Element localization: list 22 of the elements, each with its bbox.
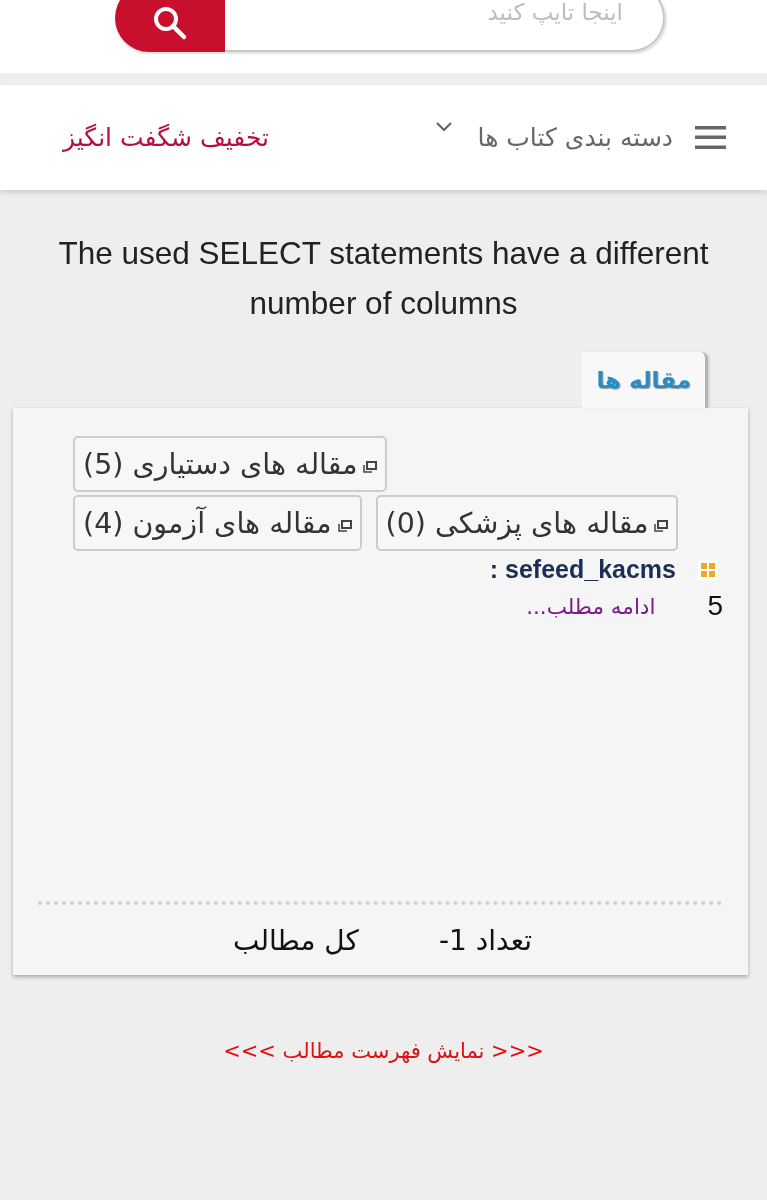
category-button[interactable]: مقاله های آزمون (4) (73, 495, 362, 551)
search-icon (152, 5, 188, 41)
chevron-down-icon[interactable] (435, 121, 452, 132)
article-list-link[interactable]: <<< نمایش فهرست مطالب >>> (223, 1039, 544, 1063)
categories-menu[interactable]: دسته بندی کتاب ها (477, 123, 673, 152)
search-button[interactable] (115, 0, 225, 52)
item-number: 5 (707, 590, 723, 622)
grid-icon (698, 559, 718, 580)
count-text: تعداد 1- (438, 923, 532, 957)
window-icon (654, 520, 669, 532)
window-icon (363, 461, 378, 473)
category-button[interactable]: مقاله های دستیاری (5) (73, 436, 388, 492)
category-button[interactable]: مقاله های پزشکی (0) (375, 495, 679, 551)
menu-icon[interactable] (695, 126, 726, 149)
articles-tab[interactable]: مقاله ها (582, 352, 708, 408)
author-name: : sefeed_kacms (489, 555, 676, 584)
total-text: کل مطالب (232, 923, 359, 957)
search-field[interactable]: اینجا تایپ کنید (225, 0, 665, 52)
promo-link[interactable]: تخفیف شگفت انگیز (63, 123, 270, 152)
error-message: The used SELECT statements have a different number of columns (57, 234, 710, 323)
window-icon (337, 520, 352, 532)
read-more-link[interactable]: ادامه مطلب... (526, 593, 656, 619)
